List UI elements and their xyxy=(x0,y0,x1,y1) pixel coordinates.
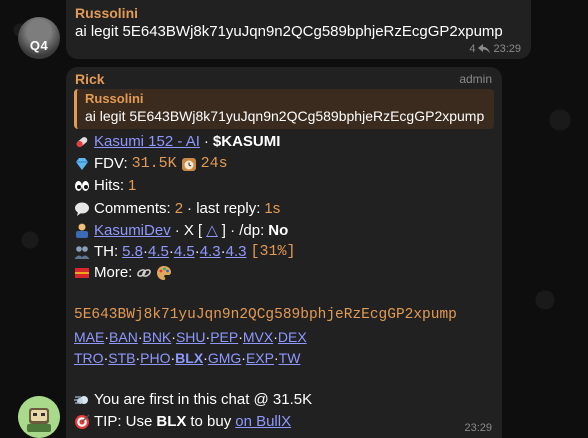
link-emoji[interactable] xyxy=(136,265,152,281)
th-line: TH: 5.8 · 4.5 · 4.5 · 4.3 · 4.3 [31%] xyxy=(74,243,295,260)
first-text: You are first in this chat @ 31.5K xyxy=(94,391,313,408)
dex-links-row-2: TRO·STB·PHO·BLX·GMG·EXP·TW xyxy=(74,350,301,366)
avatar-russolini[interactable]: Q4 xyxy=(18,17,60,59)
th-value[interactable]: 5.8 xyxy=(122,243,143,260)
palette-emoji[interactable] xyxy=(156,265,172,281)
token-link[interactable]: Kasumi 152 - AI xyxy=(94,133,200,150)
message-time: 23:29 xyxy=(464,422,492,434)
developer-emoji xyxy=(76,223,88,238)
comments-line: Comments: 2 · last reply: 1s xyxy=(74,200,280,217)
dash-emoji xyxy=(74,395,88,404)
flag-emoji xyxy=(75,267,89,278)
dex-link[interactable]: BLX xyxy=(175,350,203,366)
th-value[interactable]: 4.3 xyxy=(226,243,247,260)
dex-link[interactable]: GMG xyxy=(208,350,241,366)
bot-avatar-image xyxy=(18,396,60,438)
dex-link[interactable]: PHO xyxy=(140,350,170,366)
dex-link[interactable]: BNK xyxy=(142,329,171,345)
message-time: 23:29 xyxy=(493,43,521,55)
tip-bold: BLX xyxy=(156,413,187,430)
message-text: ai legit 5E643BWj8k71yuJqn9n2QCg589bphje… xyxy=(75,23,503,40)
hits-value: 1 xyxy=(128,177,137,194)
th-total: [31%] xyxy=(250,243,296,260)
dex-link[interactable]: TW xyxy=(279,350,301,366)
sender-name[interactable]: Russolini xyxy=(75,5,138,21)
sender-role: admin xyxy=(459,72,492,86)
token-sep: · xyxy=(203,133,209,150)
dex-link[interactable]: EXP xyxy=(246,350,274,366)
tip-mid: to buy xyxy=(190,413,232,430)
fdv-line: FDV: 31.5K 24s xyxy=(74,155,228,172)
last-reply-label: · last reply: xyxy=(187,200,261,217)
clock-emoji xyxy=(181,157,196,171)
dev-link[interactable]: KasumiDev xyxy=(94,222,171,239)
avatar-rick[interactable] xyxy=(18,396,60,438)
th-label: TH: xyxy=(94,243,119,260)
reply-count: 4 xyxy=(469,43,476,55)
last-reply-value: 1s xyxy=(264,200,281,217)
contract-address[interactable]: 5E643BWj8k71yuJqn9n2QCg589bphjeRzEcgGP2x… xyxy=(74,307,457,323)
more-line: More: xyxy=(74,264,172,281)
pill-emoji xyxy=(76,136,88,147)
token-line: Kasumi 152 - AI · $KASUMI xyxy=(74,133,280,150)
dex-link[interactable]: BAN xyxy=(109,329,138,345)
fdv-age: 24s xyxy=(200,155,228,172)
bullx-link[interactable]: on BullX xyxy=(235,413,291,430)
th-value[interactable]: 4.3 xyxy=(200,243,221,260)
tip-line: TIP: Use BLX to buy on BullX xyxy=(74,413,291,430)
dex-links-row-1: MAE·BAN·BNK·SHU·PEP·MVX·DEX xyxy=(74,329,307,345)
message-bubble[interactable]: Rick admin Russolini ai legit 5E643BWj8k… xyxy=(66,67,502,438)
tip-prefix: TIP: Use xyxy=(94,413,153,430)
comments-label: Comments: xyxy=(94,200,171,217)
dev-line: KasumiDev · X [ △ ] · /dp: No xyxy=(74,221,288,239)
dev-end: ] · /dp: xyxy=(221,221,265,239)
dex-link[interactable]: PEP xyxy=(210,329,238,345)
people-emoji xyxy=(74,245,90,259)
dex-link[interactable]: MAE xyxy=(74,329,104,345)
avatar-label: Q4 xyxy=(29,38,49,53)
quote-text: ai legit 5E643BWj8k71yuJqn9n2QCg589bphje… xyxy=(85,108,485,124)
gem-emoji xyxy=(76,157,88,170)
hits-line: Hits: 1 xyxy=(74,177,136,194)
dex-link[interactable]: STB xyxy=(108,350,135,366)
dev-x-link[interactable]: △ xyxy=(206,221,218,239)
dex-link[interactable]: MVX xyxy=(243,329,273,345)
message-meta: 4 23:29 xyxy=(469,43,521,55)
hits-label: Hits: xyxy=(94,177,124,194)
eyes-emoji xyxy=(75,180,89,191)
dex-link[interactable]: TRO xyxy=(74,350,104,366)
th-value[interactable]: 4.5 xyxy=(148,243,169,260)
fdv-label: FDV: xyxy=(94,155,128,172)
dex-link[interactable]: SHU xyxy=(176,329,206,345)
token-ticker: $KASUMI xyxy=(212,133,281,150)
quote-sender: Russolini xyxy=(85,91,144,106)
first-line: You are first in this chat @ 31.5K xyxy=(74,391,312,408)
reply-icon[interactable] xyxy=(478,44,491,54)
dev-dp-value: No xyxy=(268,221,289,239)
speech-bubble-emoji xyxy=(75,202,89,216)
th-values: 5.8 · 4.5 · 4.5 · 4.3 · 4.3 xyxy=(122,243,247,260)
dex-link[interactable]: DEX xyxy=(278,329,307,345)
th-value[interactable]: 4.5 xyxy=(174,243,195,260)
target-emoji xyxy=(75,414,90,429)
dev-mid: · X [ xyxy=(174,221,203,239)
comments-value: 2 xyxy=(174,200,184,217)
sender-name[interactable]: Rick xyxy=(75,71,105,87)
message-bubble[interactable]: Russolini ai legit 5E643BWj8k71yuJqn9n2Q… xyxy=(66,0,531,59)
reply-quote[interactable]: Russolini ai legit 5E643BWj8k71yuJqn9n2Q… xyxy=(74,89,494,129)
more-label: More: xyxy=(94,264,133,281)
fdv-value: 31.5K xyxy=(131,155,177,172)
